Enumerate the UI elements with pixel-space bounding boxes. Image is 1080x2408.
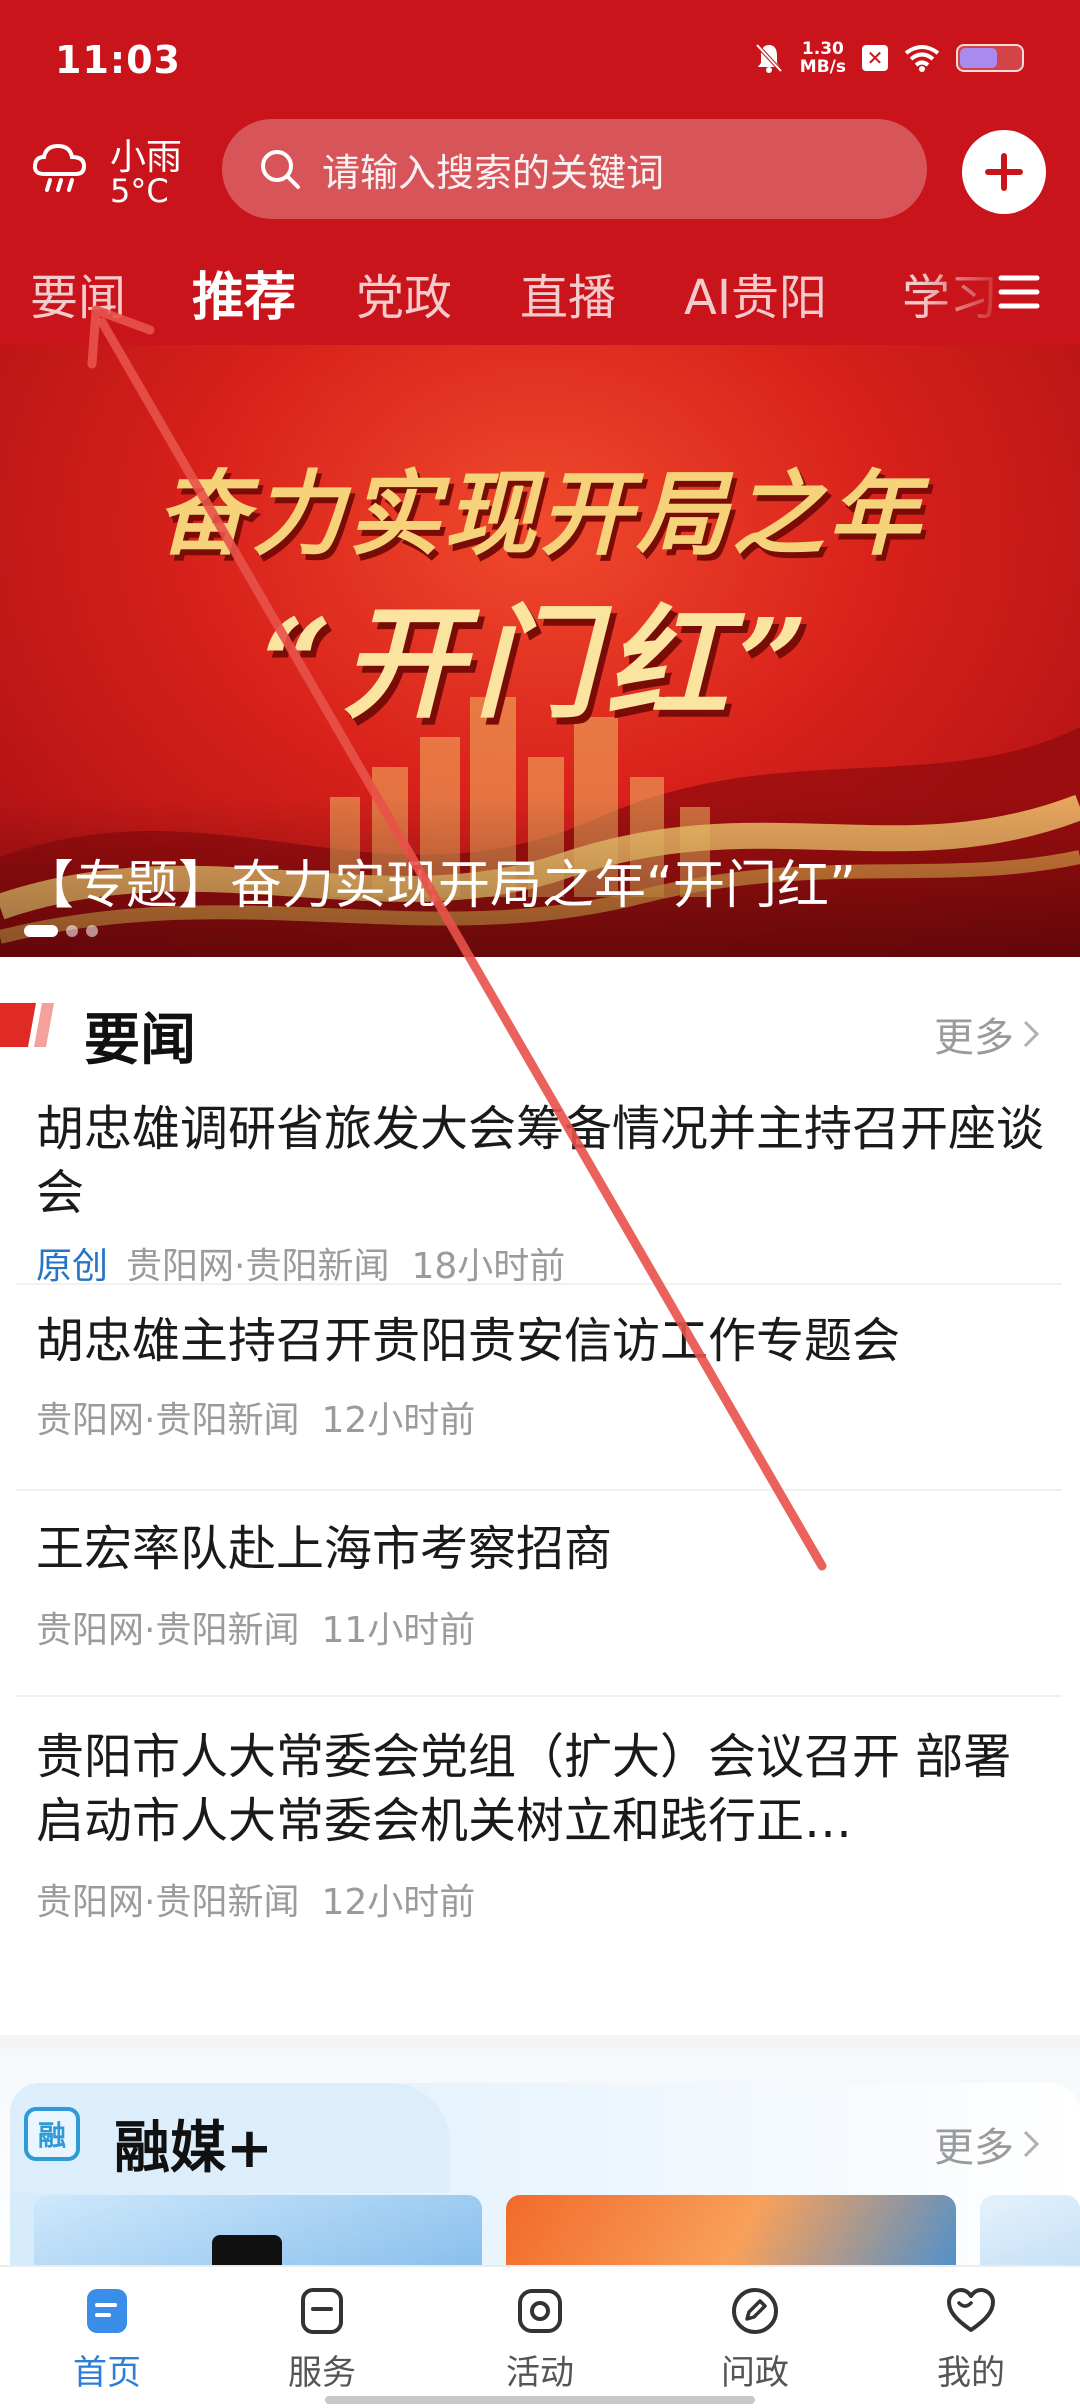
tab-tuijian[interactable]: 推荐 bbox=[192, 255, 296, 330]
heart-icon bbox=[947, 2288, 995, 2332]
news-title[interactable]: 王宏率队赴上海市考察招商 bbox=[36, 1517, 1046, 1581]
bell-off-icon bbox=[755, 43, 783, 73]
news-source: 贵阳网·贵阳新闻 bbox=[36, 1400, 300, 1441]
more-label: 更多 bbox=[934, 2125, 1014, 2171]
add-button[interactable] bbox=[962, 130, 1046, 214]
news-more-link[interactable]: 更多 bbox=[934, 1005, 1040, 1063]
status-time: 11:03 bbox=[55, 38, 181, 82]
nav-label: 问政 bbox=[721, 2353, 789, 2393]
banner-caption: 【专题】奋力实现开局之年“开门红” bbox=[22, 856, 856, 916]
rain-cloud-icon bbox=[32, 143, 87, 192]
news-meta: 贵阳网·贵阳新闻 12小时前 bbox=[36, 1391, 475, 1443]
news-title[interactable]: 胡忠雄主持召开贵阳贵安信访工作专题会 bbox=[36, 1309, 1046, 1373]
news-meta: 原创 贵阳网·贵阳新闻 18小时前 bbox=[36, 1237, 565, 1289]
tabs-fade bbox=[920, 250, 1010, 340]
news-time: 12小时前 bbox=[321, 1400, 476, 1441]
network-speed: 1.30 MB/s bbox=[800, 40, 846, 76]
news-title[interactable]: 贵阳市人大常委会党组（扩大）会议召开 部署启动市人大常委会机关树立和践行正… bbox=[36, 1725, 1046, 1853]
news-meta: 贵阳网·贵阳新闻 12小时前 bbox=[36, 1873, 475, 1925]
battery-level bbox=[960, 48, 998, 68]
nav-label: 我的 bbox=[937, 2353, 1005, 2393]
news-item[interactable]: 贵阳市人大常委会党组（扩大）会议召开 部署启动市人大常委会机关树立和践行正… 贵… bbox=[16, 1697, 1062, 1987]
rongmei-section: 融 融媒+ 更多 bbox=[0, 2049, 1080, 2269]
home-indicator[interactable] bbox=[325, 2396, 755, 2404]
network-speed-unit: MB/s bbox=[799, 57, 846, 77]
chevron-right-icon bbox=[1023, 2130, 1040, 2158]
rongmei-title: 融媒+ bbox=[114, 2116, 273, 2181]
pen-icon bbox=[732, 2288, 778, 2334]
nav-home[interactable]: 首页 bbox=[32, 2285, 182, 2395]
section-accent-icon bbox=[0, 1003, 54, 1047]
status-icons: 1.30 MB/s ✕ bbox=[754, 40, 1024, 76]
carousel-dot-2[interactable] bbox=[66, 925, 78, 937]
section-title: 要闻 bbox=[84, 1008, 196, 1073]
nav-wenzheng[interactable]: 问政 bbox=[680, 2285, 830, 2395]
search-bar[interactable]: 请输入搜索的关键词 bbox=[222, 119, 927, 219]
nav-mine[interactable]: 我的 bbox=[896, 2285, 1046, 2395]
news-time: 11小时前 bbox=[321, 1610, 476, 1651]
tab-ai-guiyang[interactable]: AI贵阳 bbox=[684, 258, 827, 328]
banner-carousel[interactable]: 奋力实现开局之年 “开门红” 【专题】奋力实现开局之年“开门红” bbox=[0, 345, 1080, 957]
news-source: 贵阳网·贵阳新闻 bbox=[36, 1610, 300, 1651]
nav-label: 服务 bbox=[288, 2353, 356, 2393]
home-doc-icon bbox=[87, 2289, 127, 2333]
bottom-nav: 首页 服务 活动 问政 我的 bbox=[0, 2265, 1080, 2408]
x-badge-icon: ✕ bbox=[862, 45, 888, 71]
rongmei-more-link[interactable]: 更多 bbox=[934, 2115, 1040, 2173]
thumbnail-device-graphic bbox=[212, 2235, 282, 2269]
nav-label: 首页 bbox=[73, 2353, 141, 2393]
media-thumbnail[interactable] bbox=[506, 2195, 956, 2269]
news-section: 要闻 更多 胡忠雄调研省旅发大会筹备情况并主持召开座谈会 原创 贵阳网·贵阳新闻 1… bbox=[0, 957, 1080, 2037]
search-input[interactable]: 请输入搜索的关键词 bbox=[322, 142, 664, 197]
news-tag: 原创 bbox=[36, 1246, 109, 1287]
chevron-right-icon bbox=[1023, 1020, 1040, 1048]
service-icon bbox=[301, 2288, 343, 2334]
plus-icon bbox=[985, 153, 1023, 191]
news-title[interactable]: 胡忠雄调研省旅发大会筹备情况并主持召开座谈会 bbox=[36, 1097, 1046, 1225]
carousel-dot-3[interactable] bbox=[86, 925, 98, 937]
banner-headline: 奋力实现开局之年 bbox=[155, 460, 924, 568]
nav-label: 活动 bbox=[506, 2353, 574, 2393]
news-source: 贵阳网·贵阳新闻 bbox=[126, 1246, 390, 1287]
banner-slogan: “开门红” bbox=[261, 591, 819, 735]
app-header: 11:03 1.30 MB/s ✕ 小雨 5°C 请输入搜索的关键词 要闻 推荐… bbox=[0, 0, 1080, 345]
carousel-dots bbox=[24, 925, 98, 937]
news-item[interactable]: 胡忠雄调研省旅发大会筹备情况并主持召开座谈会 原创 贵阳网·贵阳新闻 18小时前 bbox=[16, 1097, 1062, 1287]
media-thumbnail[interactable] bbox=[980, 2195, 1080, 2269]
search-icon bbox=[261, 150, 300, 189]
news-source: 贵阳网·贵阳新闻 bbox=[36, 1882, 300, 1923]
channel-tabs: 要闻 推荐 党政 直播 AI贵阳 学习 bbox=[0, 250, 1080, 340]
weather-temperature: 5°C bbox=[110, 172, 169, 210]
carousel-dot-1[interactable] bbox=[24, 925, 58, 937]
tab-zhibo[interactable]: 直播 bbox=[520, 258, 616, 328]
menu-icon[interactable] bbox=[998, 272, 1040, 312]
news-item[interactable]: 王宏率队赴上海市考察招商 贵阳网·贵阳新闻 11小时前 bbox=[16, 1491, 1062, 1697]
wifi-icon bbox=[904, 45, 940, 72]
news-time: 12小时前 bbox=[321, 1882, 476, 1923]
section-divider bbox=[0, 2035, 1080, 2049]
news-time: 18小时前 bbox=[411, 1246, 566, 1287]
weather-widget[interactable]: 小雨 5°C bbox=[30, 128, 200, 210]
battery-icon bbox=[956, 44, 1024, 72]
tab-yaowen[interactable]: 要闻 bbox=[30, 258, 126, 328]
news-meta: 贵阳网·贵阳新闻 11小时前 bbox=[36, 1601, 475, 1653]
rongmei-icon: 融 bbox=[24, 2107, 80, 2161]
media-thumbnail[interactable] bbox=[34, 2195, 482, 2269]
nav-service[interactable]: 服务 bbox=[247, 2285, 397, 2395]
tab-dangzheng[interactable]: 党政 bbox=[356, 258, 452, 328]
status-bar: 11:03 1.30 MB/s ✕ bbox=[0, 0, 1080, 120]
news-section-header: 要闻 更多 bbox=[0, 987, 1080, 1073]
news-item[interactable]: 胡忠雄主持召开贵阳贵安信访工作专题会 贵阳网·贵阳新闻 12小时前 bbox=[16, 1285, 1062, 1491]
activity-icon bbox=[518, 2289, 562, 2333]
more-label: 更多 bbox=[934, 1015, 1014, 1061]
network-speed-value: 1.30 bbox=[801, 39, 844, 59]
nav-activity[interactable]: 活动 bbox=[465, 2285, 615, 2395]
